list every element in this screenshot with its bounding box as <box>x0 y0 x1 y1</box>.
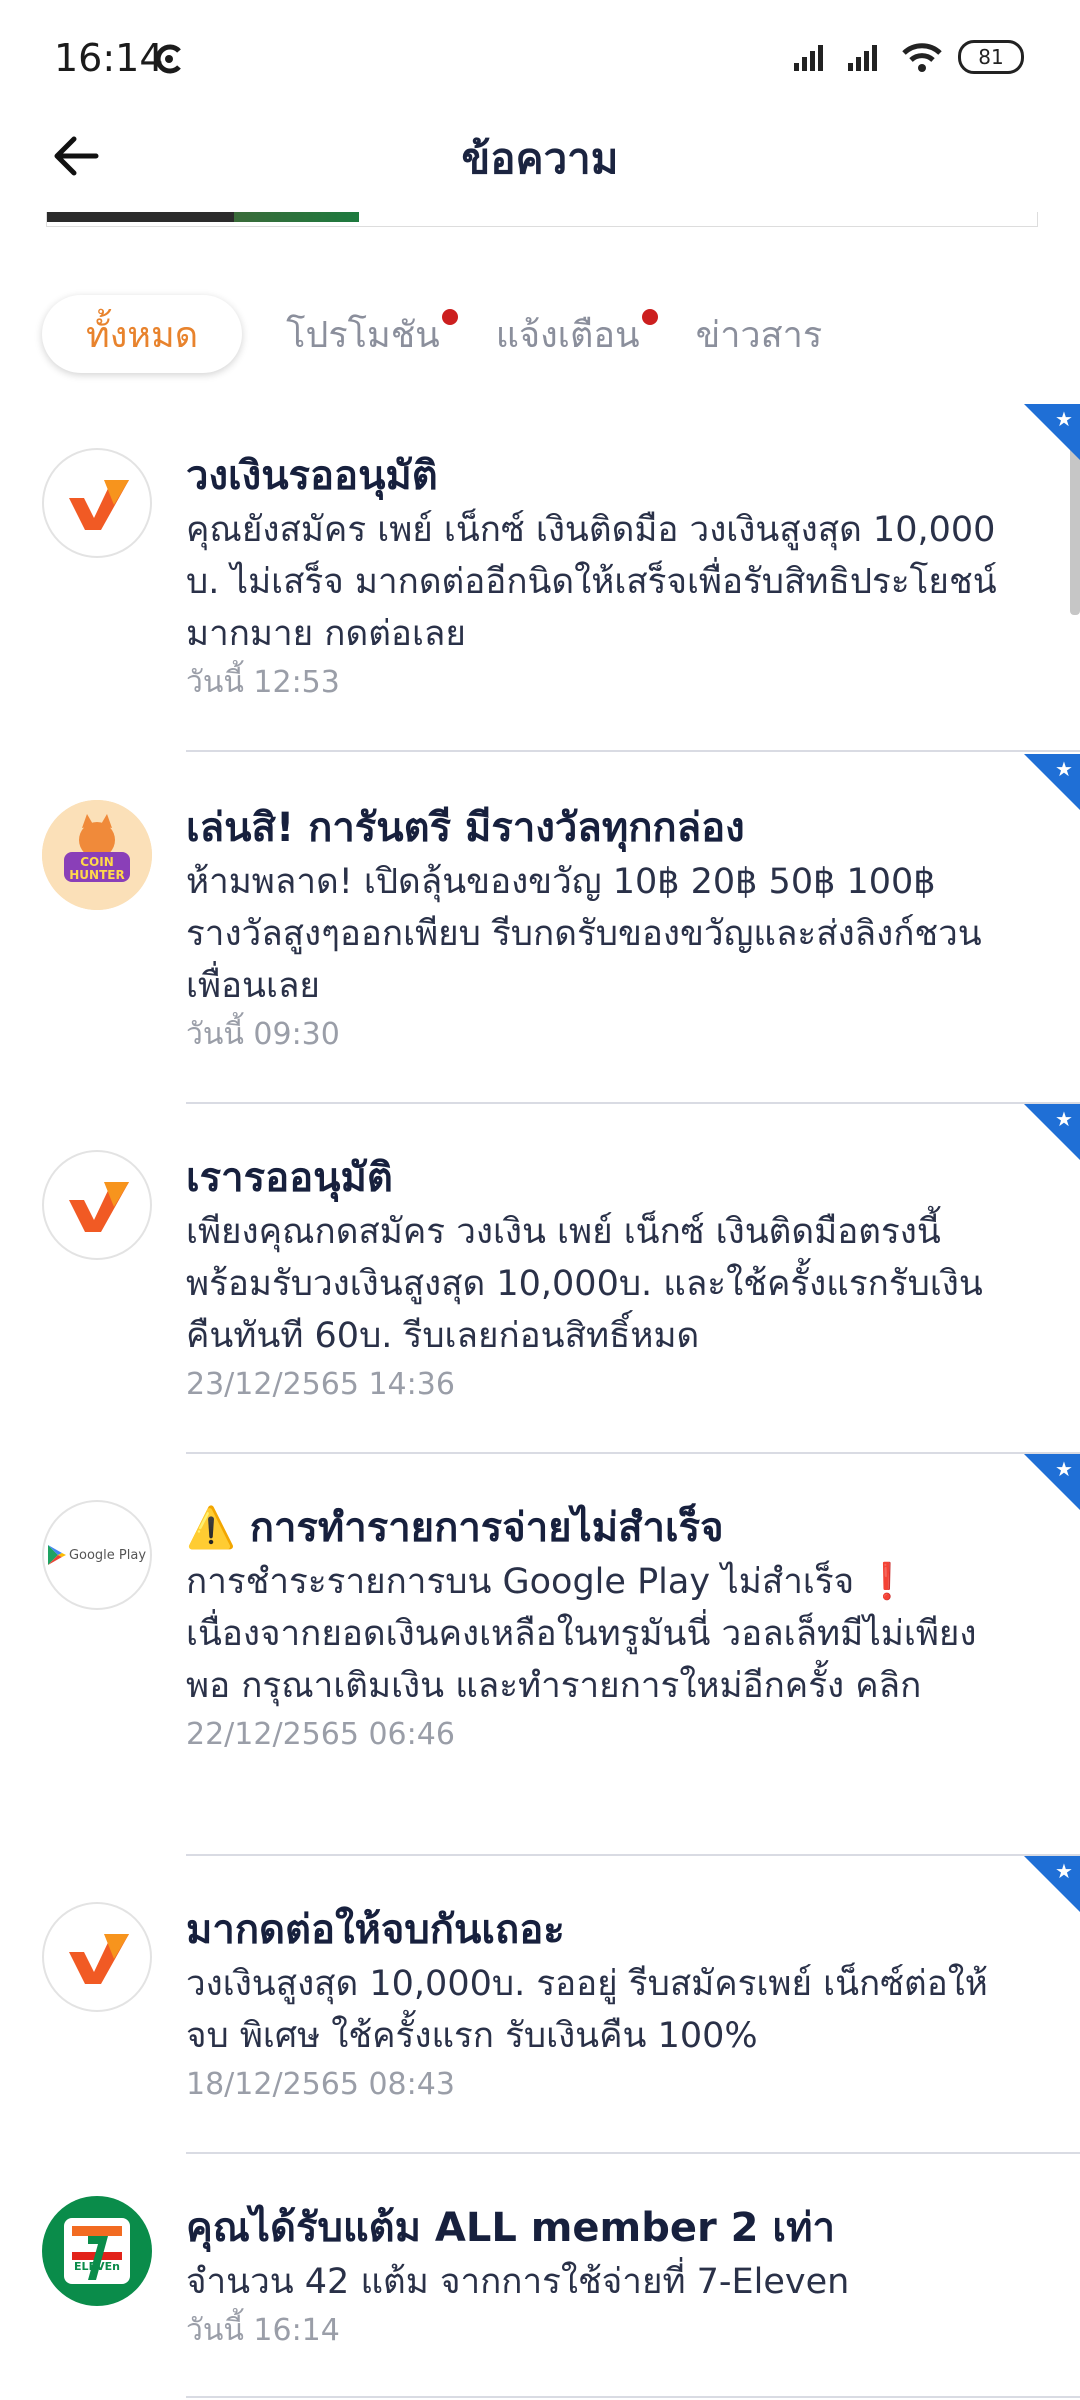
tab-label: ทั้งหมด <box>86 314 199 356</box>
message-title: เรารออนุมัติ <box>186 1155 393 1201</box>
unread-dot <box>641 309 658 325</box>
filter-tabs: ทั้งหมด โปรโมชัน แจ้งเตือน ข่าวสาร <box>42 294 850 374</box>
signal-icon <box>794 45 823 71</box>
list-item[interactable]: มากดต่อให้จบกันเถอะ วงเงินสูงสุด 10,000บ… <box>0 1854 1080 2154</box>
status-icons: 81 <box>792 40 1024 74</box>
message-text: การชำระรายการบน Google Play ไม่สำเร็จ ❗ … <box>186 1562 977 1706</box>
list-item[interactable]: COIN HUNTER เล่นสิ! การันตรี มีรางวัลทุก… <box>0 752 1080 1104</box>
unread-dot <box>441 309 458 325</box>
sync-icon <box>155 44 181 74</box>
message-text: จำนวน 42 แต้ม จากการใช้จ่ายที่ 7-Eleven <box>186 2262 850 2302</box>
message-text: วงเงินสูงสุด 10,000บ. รออยู่ รีบสมัครเพย… <box>186 1964 988 2056</box>
tab-label: แจ้งเตือน <box>495 314 640 356</box>
tab-news[interactable]: ข่าวสาร <box>668 295 851 373</box>
tab-notifications[interactable]: แจ้งเตือน <box>468 295 668 373</box>
star-corner-icon: ★ <box>1024 1454 1080 1510</box>
hunter-label: HUNTER <box>69 868 125 882</box>
tab-label: ข่าวสาร <box>695 314 823 356</box>
paynext-logo-icon <box>42 448 152 558</box>
battery-indicator: 81 <box>958 40 1024 74</box>
list-item[interactable]: เรารออนุมัติ เพียงคุณกดสมัคร วงเงิน เพย์… <box>0 1102 1080 1454</box>
wifi-icon <box>902 43 942 72</box>
star-corner-icon: ★ <box>1024 404 1080 460</box>
message-time: วันนี้ 12:53 <box>186 665 340 700</box>
status-bar: 16:14 81 <box>0 0 1080 120</box>
message-title: วงเงินรออนุมัติ <box>186 453 438 499</box>
banner-strip[interactable] <box>46 212 1038 227</box>
star-corner-icon: ★ <box>1024 1104 1080 1160</box>
tab-all[interactable]: ทั้งหมด <box>42 295 243 373</box>
coin-hunter-icon: COIN HUNTER <box>42 800 152 910</box>
list-item[interactable]: ELEVEn คุณได้รับแต้ม ALL member 2 เท่า จ… <box>0 2152 1080 2398</box>
tab-promotion[interactable]: โปรโมชัน <box>258 295 468 373</box>
list-item[interactable]: วงเงินรออนุมัติ คุณยังสมัคร เพย์ เน็กซ์ … <box>0 400 1080 752</box>
star-corner-icon: ★ <box>1024 1856 1080 1912</box>
message-text: คุณยังสมัคร เพย์ เน็กซ์ เงินติดมือ วงเงิ… <box>186 510 997 654</box>
battery-level: 81 <box>978 45 1004 69</box>
status-time: 16:14 <box>54 36 164 80</box>
coin-label: COIN <box>80 855 114 869</box>
message-time: 23/12/2565 14:36 <box>186 1367 455 1402</box>
seven-eleven-icon: ELEVEn <box>42 2196 152 2306</box>
svg-text:★: ★ <box>1055 1859 1073 1883</box>
google-play-icon: Google Play <box>42 1500 152 1610</box>
app-header: ข้อความ <box>0 120 1080 215</box>
message-text: ห้ามพลาด! เปิดลุ้นของขวัญ 10฿ 20฿ 50฿ 10… <box>186 862 982 1006</box>
divider <box>186 2396 1080 2398</box>
message-time: 18/12/2565 08:43 <box>186 2067 455 2102</box>
google-play-label: Google Play <box>68 1547 147 1563</box>
svg-text:★: ★ <box>1055 1457 1073 1481</box>
svg-text:★: ★ <box>1055 1107 1073 1131</box>
message-title: คุณได้รับแต้ม ALL member 2 เท่า <box>186 2205 835 2251</box>
brand-label: ELEVEn <box>74 2260 120 2273</box>
message-time: วันนี้ 09:30 <box>186 1017 340 1052</box>
paynext-logo-icon <box>42 1150 152 1260</box>
paynext-logo-icon <box>42 1902 152 2012</box>
message-time: 22/12/2565 06:46 <box>186 1717 455 1752</box>
star-corner-icon: ★ <box>1024 754 1080 810</box>
svg-text:★: ★ <box>1055 757 1073 781</box>
list-item[interactable]: Google Play ⚠️ การทำรายการจ่ายไม่สำเร็จ … <box>0 1452 1080 1856</box>
message-title: เล่นสิ! การันตรี มีรางวัลทุกกล่อง <box>186 805 745 851</box>
message-time: วันนี้ 16:14 <box>186 2313 340 2348</box>
tab-label: โปรโมชัน <box>286 314 440 356</box>
signal-icon-2 <box>848 45 877 71</box>
message-title: ⚠️ การทำรายการจ่ายไม่สำเร็จ <box>186 1505 724 1551</box>
message-title: มากดต่อให้จบกันเถอะ <box>186 1907 565 1953</box>
page-title: ข้อความ <box>461 134 619 183</box>
message-text: เพียงคุณกดสมัคร วงเงิน เพย์ เน็กซ์ เงินต… <box>186 1212 983 1356</box>
banner-image <box>47 212 359 222</box>
svg-text:★: ★ <box>1055 407 1073 431</box>
